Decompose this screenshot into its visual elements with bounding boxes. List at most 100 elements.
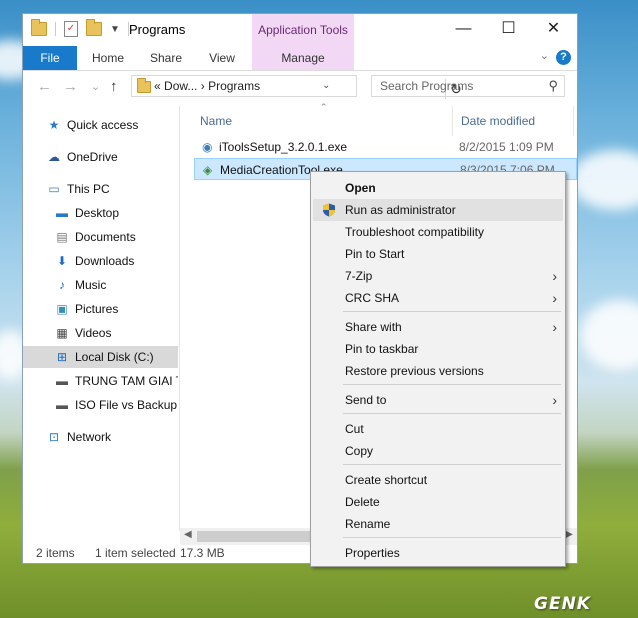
menu-item-crc-sha[interactable]: CRC SHA › [313, 287, 563, 309]
close-button[interactable]: ✕ [531, 14, 576, 46]
menu-item-7zip[interactable]: 7-Zip › [313, 265, 563, 287]
menu-item-label: Restore previous versions [345, 364, 484, 378]
desktop-icon: ▬ [56, 206, 68, 220]
tab-share[interactable]: Share [141, 46, 191, 70]
folder-icon[interactable] [31, 19, 47, 36]
sidebar-item-quick-access[interactable]: ★ Quick access [23, 114, 178, 136]
pictures-icon: ▣ [56, 302, 68, 316]
address-overflow[interactable]: « [154, 79, 161, 93]
up-button[interactable]: ↑ [110, 78, 118, 95]
music-icon: ♪ [59, 278, 65, 292]
media-creation-tool-icon: ◈ [203, 163, 213, 177]
menu-separator [343, 464, 561, 465]
maximize-button[interactable]: ☐ [486, 14, 531, 46]
breadcrumb-downloads[interactable]: Dow... [164, 79, 197, 93]
selection-size: 17.3 MB [180, 546, 225, 560]
menu-item-troubleshoot[interactable]: Troubleshoot compatibility [313, 221, 563, 243]
menu-item-open[interactable]: Open [313, 177, 563, 199]
sidebar-item-this-pc[interactable]: ▭ This PC [23, 178, 178, 200]
file-row[interactable]: ◉ iToolsSetup_3.2.0.1.exe 8/2/2015 1:09 … [194, 136, 577, 158]
sidebar-item-music[interactable]: ♪ Music [23, 274, 178, 296]
menu-item-share-with[interactable]: Share with › [313, 316, 563, 338]
customize-toolbar-icon[interactable]: ▼ [110, 24, 120, 35]
expand-ribbon-icon[interactable]: ⌄ [540, 49, 549, 62]
menu-item-delete[interactable]: Delete [313, 491, 563, 513]
menu-item-label: Create shortcut [345, 473, 428, 487]
item-count: 2 items [36, 546, 75, 560]
tab-file[interactable]: File [23, 46, 77, 70]
menu-item-label: CRC SHA [345, 291, 400, 305]
scroll-left-icon[interactable]: ◀ [184, 529, 192, 540]
tab-manage[interactable]: Manage [252, 46, 354, 70]
properties-icon[interactable]: ✓ [64, 21, 78, 37]
drive-icon: ⊞ [56, 350, 68, 364]
chevron-down-icon[interactable]: ⌄ [322, 80, 330, 91]
menu-item-properties[interactable]: Properties [313, 542, 563, 564]
menu-item-label: Pin to Start [345, 247, 405, 261]
menu-separator [343, 384, 561, 385]
menu-item-create-shortcut[interactable]: Create shortcut [313, 469, 563, 491]
sidebar-item-label: Downloads [75, 254, 135, 268]
network-icon: ⊡ [48, 430, 60, 444]
menu-item-pin-to-taskbar[interactable]: Pin to taskbar [313, 338, 563, 360]
menu-item-pin-to-start[interactable]: Pin to Start [313, 243, 563, 265]
submenu-arrow-icon: › [552, 290, 557, 306]
minimize-button[interactable]: — [441, 14, 486, 46]
tab-home[interactable]: Home [83, 46, 133, 70]
file-name: iToolsSetup_3.2.0.1.exe [219, 140, 348, 154]
quick-access-toolbar: ✓ ▼ [31, 19, 129, 37]
recent-locations-icon[interactable]: ⌄ [91, 80, 100, 93]
navigation-bar: ← → ⌄ ↑ « Dow... › Programs ⌄ ↻ Search P… [23, 72, 577, 102]
menu-item-cut[interactable]: Cut [313, 418, 563, 440]
menu-separator [343, 311, 561, 312]
new-folder-icon[interactable] [86, 19, 102, 36]
videos-icon: ▦ [56, 326, 68, 340]
menu-item-restore-versions[interactable]: Restore previous versions [313, 360, 563, 382]
sidebar-item-videos[interactable]: ▦ Videos [23, 322, 178, 344]
menu-item-run-as-admin[interactable]: Run as administrator [313, 199, 563, 221]
submenu-arrow-icon: › [552, 268, 557, 284]
scrollbar-thumb[interactable] [197, 531, 317, 542]
back-button[interactable]: ← [37, 78, 52, 95]
sidebar-item-label: Local Disk (C:) [75, 350, 154, 364]
tab-view[interactable]: View [197, 46, 247, 70]
menu-item-label: Run as administrator [345, 203, 456, 217]
contextual-tab-group-label: Application Tools [252, 14, 354, 46]
sidebar-item-downloads[interactable]: ⬇ Downloads [23, 250, 178, 272]
breadcrumb-separator: › [200, 79, 205, 93]
genk-watermark-logo: GENK [534, 594, 591, 614]
drive-icon: ▬ [56, 374, 68, 388]
sidebar-item-iso-backup[interactable]: ▬ ISO File vs Backup ( [23, 394, 178, 416]
window-title: Programs [129, 22, 186, 37]
submenu-arrow-icon: › [552, 319, 557, 335]
sidebar-item-trung-tam[interactable]: ▬ TRUNG TAM GIAI T [23, 370, 178, 392]
menu-item-label: Properties [345, 546, 400, 560]
menu-item-label: Copy [345, 444, 374, 458]
menu-item-rename[interactable]: Rename [313, 513, 563, 535]
menu-item-send-to[interactable]: Send to › [313, 389, 563, 411]
selection-count: 1 item selected [95, 546, 176, 560]
sidebar-item-documents[interactable]: ▤ Documents [23, 226, 178, 248]
search-icon[interactable]: ⚲ [548, 78, 558, 94]
breadcrumb: « Dow... › Programs [154, 79, 260, 93]
sidebar-item-pictures[interactable]: ▣ Pictures [23, 298, 178, 320]
help-icon[interactable]: ? [556, 50, 571, 65]
sidebar-item-network[interactable]: ⊡ Network [23, 426, 178, 448]
scroll-right-icon[interactable]: ▶ [565, 529, 573, 540]
menu-item-label: Pin to taskbar [345, 342, 419, 356]
column-header-date[interactable]: Date modified [461, 114, 535, 128]
search-box[interactable]: Search Programs ⚲ [371, 75, 565, 97]
address-bar[interactable]: « Dow... › Programs ⌄ ↻ [131, 75, 462, 99]
sidebar-item-desktop[interactable]: ▬ Desktop [23, 202, 178, 224]
breadcrumb-programs[interactable]: Programs [208, 79, 260, 93]
sidebar-item-onedrive[interactable]: ☁ OneDrive [23, 146, 178, 168]
divider [573, 106, 574, 136]
menu-item-label: 7-Zip [345, 269, 373, 283]
forward-button[interactable]: → [63, 78, 78, 95]
menu-item-copy[interactable]: Copy [313, 440, 563, 462]
ribbon-tabs: File Home Share View Manage ⌄ ? [23, 46, 577, 71]
navigation-pane: ★ Quick access ☁ OneDrive ▭ This PC ▬ De… [23, 106, 180, 531]
sidebar-item-local-disk[interactable]: ⊞ Local Disk (C:) [23, 346, 178, 368]
column-header-name[interactable]: Name [200, 114, 232, 128]
title-bar: ✓ ▼ Programs Application Tools — ☐ ✕ [23, 14, 577, 46]
